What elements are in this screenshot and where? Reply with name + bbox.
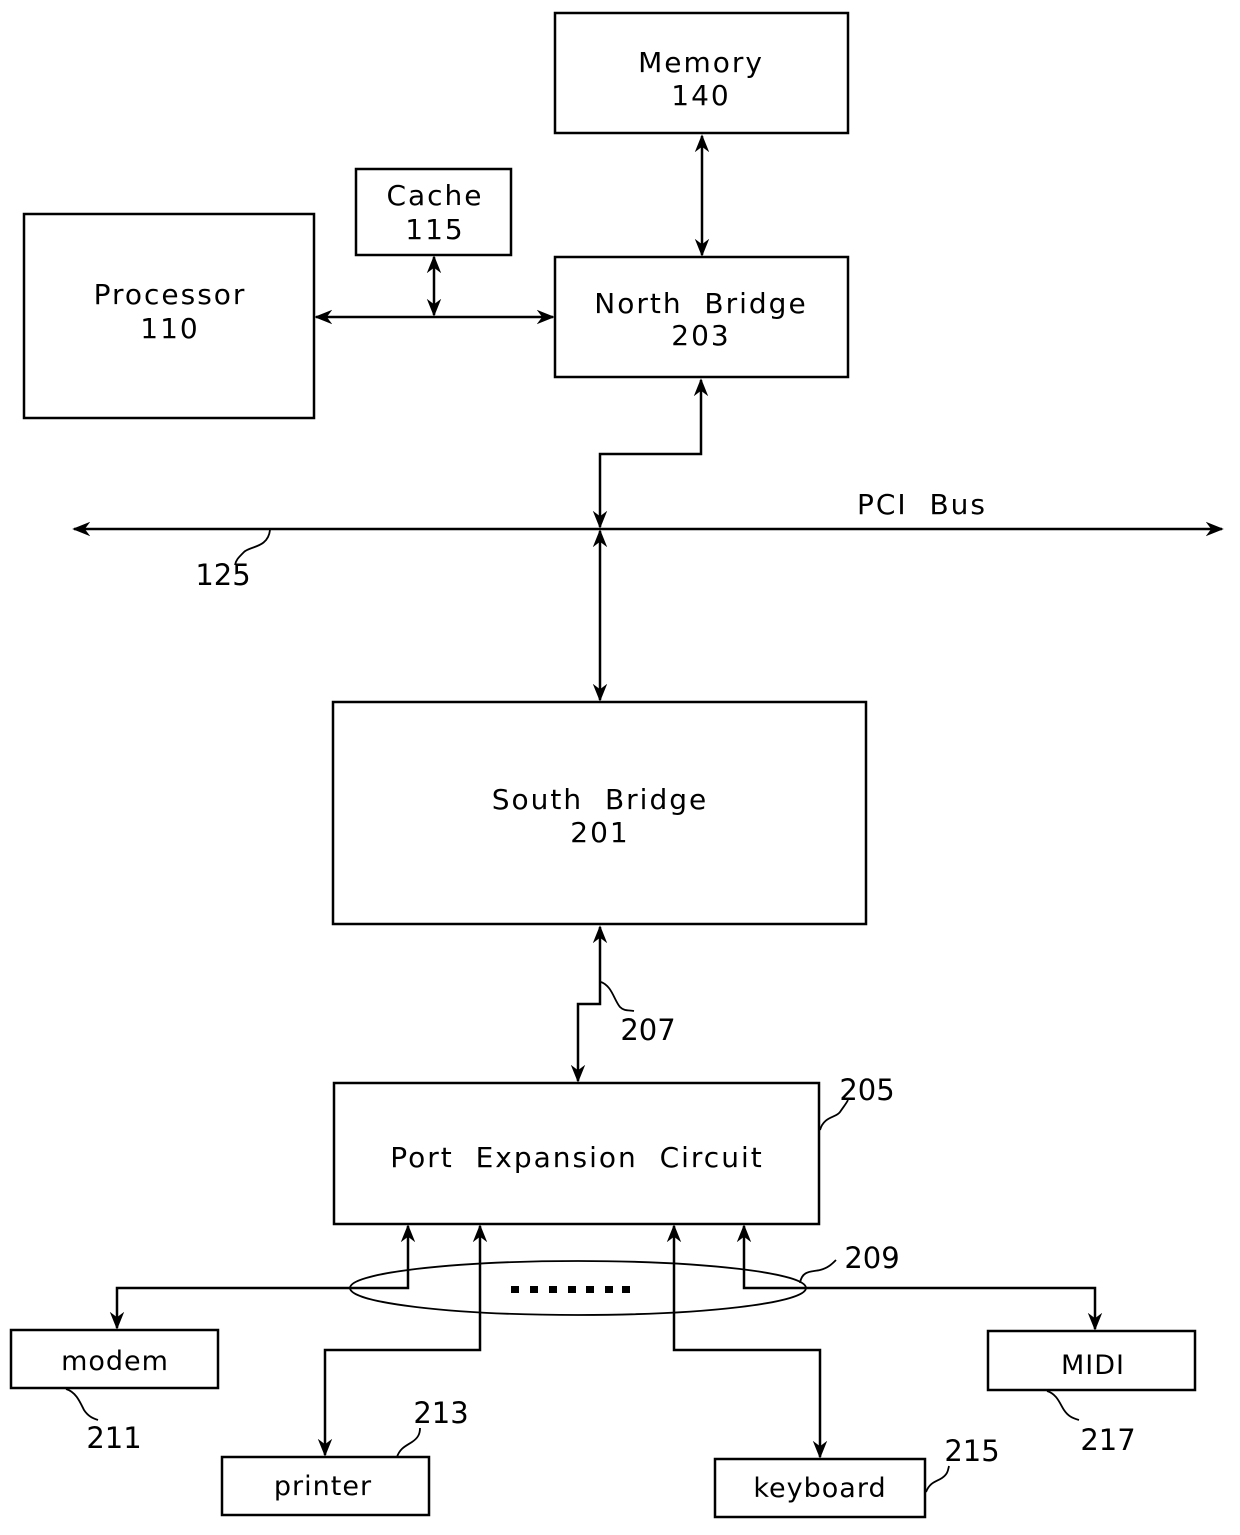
midi-block: MIDI — [986, 1329, 1197, 1392]
midi-ref: 217 — [1080, 1423, 1135, 1457]
southbridge-port-link — [570, 925, 608, 1083]
link-207-ref: 207 — [620, 1013, 675, 1047]
processor-ref: 110 — [140, 312, 199, 345]
modem-link — [109, 1224, 416, 1330]
bundle-ref-leader — [799, 1259, 837, 1284]
modem-block: modem — [9, 1328, 220, 1390]
printer-ref-leader — [396, 1427, 421, 1458]
bus-ref: 125 — [195, 558, 250, 592]
keyboard-label: keyboard — [753, 1473, 886, 1504]
link-207-leader — [600, 981, 635, 1012]
north-bridge-label: North Bridge — [594, 287, 807, 320]
south-bridge-ref: 201 — [570, 816, 629, 849]
bundle-ref: 209 — [844, 1241, 899, 1275]
cache-label: Cache — [386, 179, 483, 212]
memory-block: Memory 140 — [553, 11, 850, 135]
midi-label: MIDI — [1061, 1350, 1125, 1381]
north-bridge-block: North Bridge 203 — [553, 255, 850, 379]
block-diagram: Memory 140 Cache 115 Processor 110 North… — [9, 11, 1224, 1519]
midi-link — [736, 1224, 1103, 1331]
south-bridge-label: South Bridge — [492, 783, 708, 816]
port-expansion-label: Port Expansion Circuit — [390, 1141, 763, 1174]
printer-label: printer — [274, 1471, 372, 1502]
ellipsis-dots — [511, 1286, 630, 1293]
keyboard-ref-leader — [925, 1465, 950, 1493]
printer-block: printer — [220, 1455, 431, 1517]
south-bridge-block: South Bridge 201 — [331, 700, 868, 926]
keyboard-ref: 215 — [944, 1434, 999, 1468]
modem-ref-leader — [65, 1388, 99, 1421]
pci-bus-label: PCI Bus — [857, 488, 987, 521]
port-expansion-ref: 205 — [839, 1073, 894, 1107]
midi-ref-leader — [1046, 1390, 1080, 1421]
north-bridge-ref: 203 — [671, 319, 730, 352]
cache-ref: 115 — [405, 213, 464, 246]
printer-ref: 213 — [413, 1396, 468, 1430]
modem-ref: 211 — [86, 1421, 141, 1455]
port-bundle-ellipse — [349, 1260, 807, 1316]
port-expansion-block: Port Expansion Circuit — [332, 1081, 821, 1226]
northbridge-bus-link — [592, 378, 709, 529]
processor-label: Processor — [94, 278, 247, 311]
cache-block: Cache 115 — [354, 167, 513, 257]
keyboard-block: keyboard — [713, 1457, 927, 1519]
processor-block: Processor 110 — [22, 212, 316, 420]
memory-ref: 140 — [671, 79, 730, 112]
memory-label: Memory — [638, 46, 764, 79]
modem-label: modem — [61, 1346, 169, 1377]
keyboard-link — [666, 1224, 828, 1459]
